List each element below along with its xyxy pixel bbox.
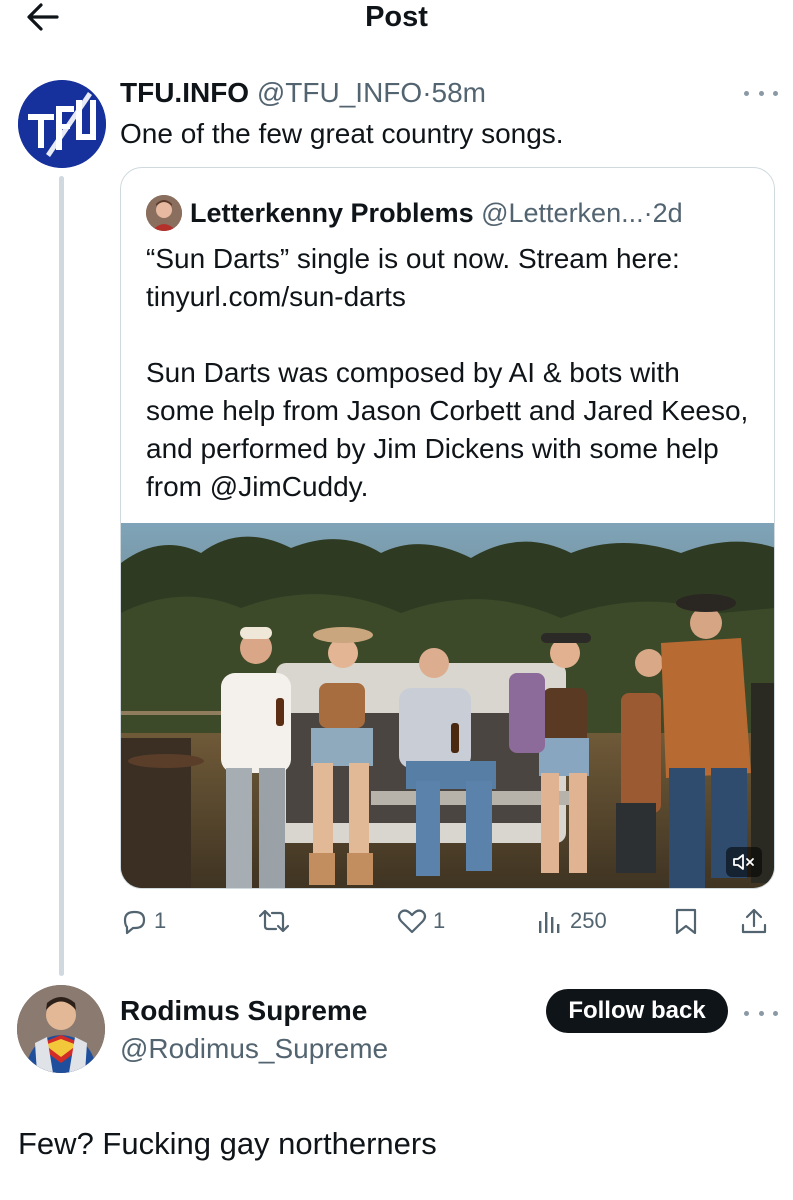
follow-back-button[interactable]: Follow back <box>546 989 728 1033</box>
separator-dot: · <box>422 77 432 108</box>
avatar[interactable] <box>17 985 105 1073</box>
page-title: Post <box>365 1 428 33</box>
share-button[interactable] <box>740 898 768 944</box>
quote-author-name: Letterkenny Problems <box>190 198 474 228</box>
heart-icon <box>397 909 427 934</box>
thread-line <box>59 176 64 976</box>
reply-button[interactable]: 1 <box>120 898 166 944</box>
quote-avatar <box>146 195 182 231</box>
arrow-left-icon <box>27 3 59 31</box>
retweet-button[interactable] <box>258 898 296 944</box>
reply-author-name[interactable]: Rodimus Supreme <box>120 993 367 1029</box>
like-button[interactable]: 1 <box>397 898 445 944</box>
reply-count: 1 <box>154 908 167 933</box>
like-count: 1 <box>433 908 446 933</box>
back-button[interactable] <box>22 0 62 34</box>
author-name[interactable]: TFU.INFO <box>120 77 249 108</box>
quoted-tweet-card[interactable]: Letterkenny Problems @Letterken...·2d “S… <box>120 167 775 889</box>
tweet-actions: 1 1 250 <box>120 898 775 944</box>
video-frame <box>121 523 774 888</box>
quote-text: “Sun Darts” single is out now. Stream he… <box>146 243 749 502</box>
quote-time: 2d <box>652 198 683 228</box>
separator-dot: · <box>643 198 653 228</box>
tfu-logo <box>18 80 106 168</box>
bookmark-icon <box>675 908 697 935</box>
quote-author-handle: @Letterken... <box>481 198 644 228</box>
avatar[interactable] <box>18 80 106 168</box>
analytics-icon <box>539 912 560 933</box>
video-media[interactable] <box>121 523 774 888</box>
more-options-icon[interactable] <box>744 1003 778 1023</box>
author-handle[interactable]: @TFU_INFO <box>257 77 422 108</box>
more-options-icon[interactable] <box>744 83 778 103</box>
views-count: 250 <box>570 908 607 933</box>
tweet-time[interactable]: 58m <box>432 77 486 108</box>
bookmark-button[interactable] <box>673 898 699 944</box>
tweet-text: One of the few great country songs. <box>120 118 564 149</box>
reply-text: Few? Fucking gay northerners <box>18 1126 437 1161</box>
quote-header: Letterkenny Problems @Letterken...·2d <box>190 194 683 232</box>
tweet-header: TFU.INFO @TFU_INFO·58m <box>120 75 486 111</box>
superman-avatar <box>17 985 105 1073</box>
retweet-icon <box>258 909 290 933</box>
share-icon <box>741 908 767 934</box>
reply-icon <box>123 910 146 935</box>
volume-mute-icon[interactable] <box>726 847 762 877</box>
views-button[interactable]: 250 <box>536 898 607 944</box>
reply-author-handle[interactable]: @Rodimus_Supreme <box>120 1031 388 1067</box>
